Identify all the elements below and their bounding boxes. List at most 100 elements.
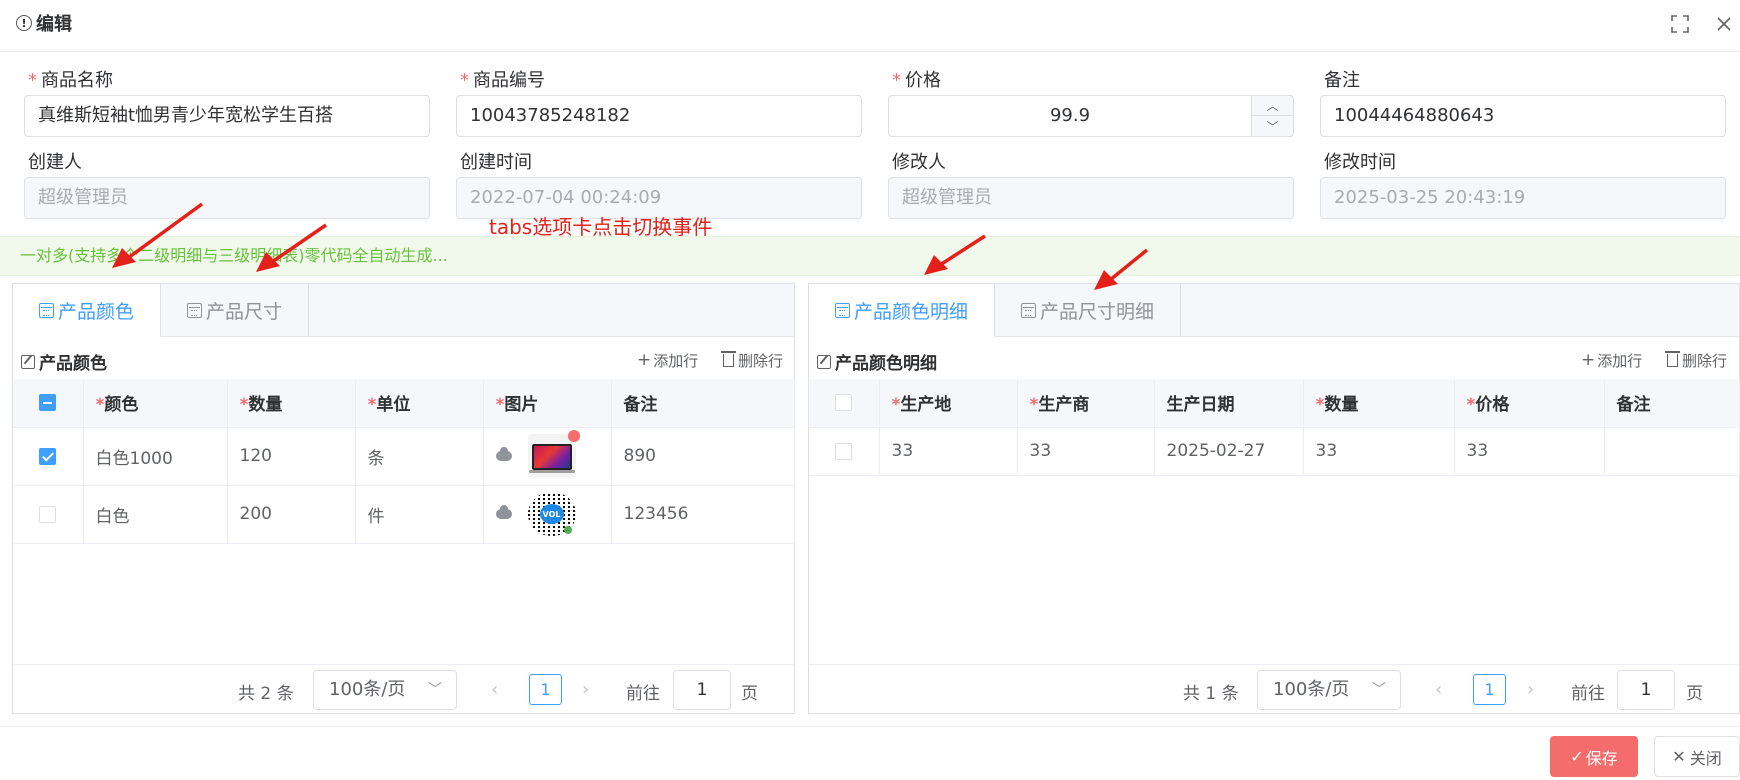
page-size-select[interactable]: 100条/页 ﹀	[313, 670, 457, 710]
add-row-button[interactable]: + 添加行	[637, 350, 698, 371]
plus-icon: +	[1581, 350, 1596, 370]
column-header: *数量	[1303, 379, 1455, 428]
prev-page-icon[interactable]: ‹	[1435, 679, 1442, 700]
column-header: *数量	[227, 379, 356, 428]
right-pagination: 共 1 条 100条/页 ﹀ ‹ 1 › 前往 1 页	[809, 664, 1739, 713]
close-icon: ✕	[1672, 747, 1686, 766]
trash-icon	[1665, 351, 1680, 367]
price-input[interactable]: 99.9 ︿ ﹀	[888, 95, 1294, 137]
table-cell[interactable]: 33	[1303, 427, 1455, 476]
column-header: 生产日期	[1154, 379, 1304, 428]
product-name-input[interactable]: 真维斯短袖t恤男青少年宽松学生百搭	[24, 95, 430, 137]
calendar-icon	[187, 302, 203, 318]
table-row[interactable]: 白色1000 120 条 890	[13, 427, 795, 486]
select-all-checkbox[interactable]	[39, 394, 57, 412]
right-toolbar-title: 产品颜色明细	[817, 349, 937, 374]
table-cell[interactable]: 33	[1017, 427, 1155, 476]
table-cell[interactable]: 33	[1454, 427, 1605, 476]
page-unit-label: 页	[1686, 684, 1703, 704]
table-cell[interactable]: 200	[227, 485, 356, 544]
table-cell[interactable]: 件	[355, 485, 484, 544]
row-select-cell	[13, 485, 84, 544]
tab-product-size[interactable]: 产品尺寸	[161, 284, 310, 336]
column-header: 备注	[611, 379, 795, 428]
chevron-down-icon: ﹀	[1372, 682, 1386, 698]
column-header: *单位	[355, 379, 484, 428]
close-icon[interactable]	[1712, 12, 1736, 36]
total-count: 共 1 条	[1183, 684, 1239, 704]
modifier-input: 超级管理员	[888, 177, 1294, 219]
left-tabs: 产品颜色 产品尺寸	[13, 284, 794, 337]
row-checkbox[interactable]	[39, 447, 57, 465]
check-icon: ✓	[1570, 747, 1584, 766]
plus-icon: +	[637, 350, 652, 370]
row-select-cell	[809, 427, 880, 476]
tab-product-color[interactable]: 产品颜色	[13, 284, 162, 337]
table-row[interactable]: 33 33 2025-02-27 33 33	[809, 427, 1740, 476]
column-header: 备注	[1604, 379, 1740, 428]
row-checkbox[interactable]	[39, 505, 57, 523]
upload-cloud-icon[interactable]	[495, 447, 512, 461]
qr-code-image-thumbnail[interactable]: VOL	[527, 492, 576, 536]
close-button[interactable]: ✕ 关闭	[1654, 736, 1740, 777]
product-name-label: * 商品名称	[28, 70, 113, 91]
table-cell[interactable]	[1604, 427, 1740, 476]
left-table: *颜色 *数量 *单位 *图片 备注 白色1000 120 条 890 白色 2…	[13, 379, 795, 544]
dialog-title-text: 编辑	[36, 14, 72, 35]
dialog-title: ! 编辑	[16, 10, 72, 36]
column-header: *图片	[483, 379, 612, 428]
image-cell: VOL	[483, 485, 612, 544]
page-number[interactable]: 1	[1473, 674, 1506, 705]
upload-cloud-icon[interactable]	[495, 505, 512, 519]
prev-page-icon[interactable]: ‹	[491, 679, 498, 700]
table-cell[interactable]: 白色	[83, 485, 228, 544]
decrement-button[interactable]: ﹀	[1251, 116, 1293, 136]
right-detail-panel: 产品颜色明细 产品尺寸明细 产品颜色明细 + 添加行 删除行 *生产地 *生产商…	[808, 283, 1740, 714]
table-header-row: *颜色 *数量 *单位 *图片 备注	[13, 379, 795, 428]
total-count: 共 2 条	[238, 684, 294, 704]
calendar-icon	[39, 302, 54, 318]
next-page-icon[interactable]: ›	[1527, 679, 1534, 700]
table-cell[interactable]: 2025-02-27	[1154, 427, 1304, 476]
fullscreen-icon[interactable]	[1668, 12, 1692, 36]
calendar-icon	[1021, 302, 1037, 318]
column-header: *生产商	[1017, 379, 1155, 428]
column-header: *生产地	[879, 379, 1018, 428]
table-cell[interactable]: 条	[355, 427, 484, 486]
table-header-row: *生产地 *生产商 生产日期 *数量 *价格 备注	[809, 379, 1740, 428]
created-time-label: 创建时间	[460, 152, 532, 173]
chevron-down-icon: ﹀	[428, 682, 442, 698]
page-size-select[interactable]: 100条/页 ﹀	[1257, 670, 1401, 710]
column-header: *价格	[1454, 379, 1605, 428]
table-cell[interactable]: 33	[879, 427, 1018, 476]
page-unit-label: 页	[741, 684, 758, 704]
select-all-checkbox[interactable]	[835, 394, 853, 412]
goto-page-input[interactable]: 1	[1617, 670, 1675, 710]
increment-button[interactable]: ︿	[1251, 96, 1293, 116]
price-value: 99.9	[1049, 105, 1091, 126]
column-header: *颜色	[83, 379, 228, 428]
product-image-thumbnail[interactable]	[527, 430, 580, 478]
creator-input: 超级管理员	[24, 177, 430, 219]
product-code-input[interactable]: 10043785248182	[456, 95, 862, 137]
table-cell[interactable]: 123456	[611, 485, 795, 544]
table-cell[interactable]: 890	[611, 427, 795, 486]
left-detail-panel: 产品颜色 产品尺寸 产品颜色 + 添加行 删除行 *颜色 *数量 *单位 *图片…	[12, 283, 795, 714]
table-cell[interactable]: 白色1000	[83, 427, 228, 486]
delete-row-button[interactable]: 删除行	[1665, 350, 1727, 371]
add-row-button[interactable]: + 添加行	[1581, 350, 1642, 371]
modified-time-label: 修改时间	[1324, 152, 1396, 173]
next-page-icon[interactable]: ›	[582, 679, 589, 700]
remark-label: 备注	[1324, 70, 1360, 91]
remark-input[interactable]: 10044464880643	[1320, 95, 1726, 137]
delete-row-button[interactable]: 删除行	[721, 350, 783, 371]
tab-product-color-detail[interactable]: 产品颜色明细	[809, 284, 996, 337]
table-cell[interactable]: 120	[227, 427, 356, 486]
goto-page-input[interactable]: 1	[673, 670, 731, 710]
page-number[interactable]: 1	[529, 674, 562, 705]
right-table: *生产地 *生产商 生产日期 *数量 *价格 备注 33 33 2025-02-…	[809, 379, 1740, 476]
save-button[interactable]: ✓ 保存	[1550, 736, 1638, 777]
table-row[interactable]: 白色 200 件 VOL 123456	[13, 485, 795, 544]
row-checkbox[interactable]	[835, 442, 853, 460]
tab-product-size-detail[interactable]: 产品尺寸明细	[995, 284, 1182, 336]
